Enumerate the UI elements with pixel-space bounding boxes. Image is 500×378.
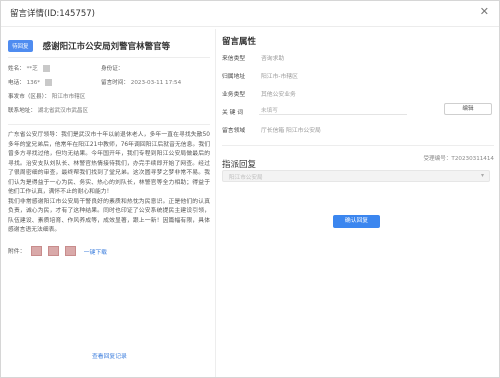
status-badge: 待回复 — [8, 39, 33, 52]
message-panel: 待回复 感谢阳江市公安局刘警官林警官等 姓名： **芝 身份证： 电话： 136… — [8, 35, 210, 363]
name-value: **芝 — [26, 66, 38, 72]
field-keyword: 关 键 词 未填写 编辑 — [222, 103, 494, 121]
field-business: 业务类型 其他公安业务 — [222, 85, 494, 103]
chevron-down-icon: ▾ — [480, 172, 484, 179]
info-row-name: 姓名： **芝 身份证： — [8, 64, 210, 78]
masked-avatar — [42, 65, 50, 72]
dialog-title: 留言详情(ID:145757) — [10, 9, 95, 19]
message-detail-dialog: 留言详情(ID:145757) ✕ 待回复 感谢阳江市公安局刘警官林警官等 姓名… — [0, 0, 500, 378]
reply-record-link[interactable]: 查看回复记录 — [92, 351, 127, 360]
edit-button[interactable]: 编辑 — [444, 103, 492, 115]
keyword-input[interactable]: 未填写 — [259, 103, 407, 115]
assign-select-value: 阳江市公安局 — [229, 175, 263, 181]
close-icon[interactable]: ✕ — [480, 5, 489, 18]
confirm-reply-button[interactable]: 确认回复 — [333, 215, 380, 228]
time-label: 留言时间： — [101, 80, 129, 86]
region-label: 归属地址 — [222, 74, 246, 80]
address-label: 联系地址： — [8, 108, 36, 114]
attachments: 附件： 一键下载 — [8, 246, 210, 258]
time-group: 留言时间： 2023-03-11 17:54 — [101, 78, 181, 86]
id-label: 身份证： — [101, 66, 124, 72]
attachment-thumbnail[interactable] — [31, 246, 43, 256]
attributes-title: 留言属性 — [222, 37, 257, 47]
field-region: 归属地址 阳江市-市辖区 — [222, 67, 494, 85]
attributes-panel: 留言属性 来信类型 咨询求助 归属地址 阳江市-市辖区 业务类型 其他公安业务 … — [222, 35, 494, 335]
field-dept: 留言领域 厅长信箱 阳江市公安局 — [222, 121, 494, 139]
info-row-address: 联系地址： 湖北省武汉市武昌区 — [8, 106, 210, 120]
id-card-group: 身份证： — [101, 64, 123, 72]
place-label: 事发市（区县）： — [8, 94, 50, 100]
dept-label: 留言领域 — [222, 128, 246, 134]
info-row-place: 事发市（区县）： 阳江市市辖区 — [8, 92, 210, 106]
masked-phone — [44, 79, 52, 86]
message-title: 感谢阳江市公安局刘警官林警官等 — [42, 41, 171, 52]
panel-divider — [215, 29, 216, 377]
assign-select[interactable]: 阳江市公安局 ▾ — [222, 170, 490, 182]
message-content: 广东省公安厅领导：我们是武汉市十年以前退休老人，多年一直在寻找失散50多年的堂兄… — [8, 132, 210, 233]
business-label: 业务类型 — [222, 92, 246, 98]
assign-title: 指派回复 — [222, 160, 257, 170]
assign-header: 指派回复 受理编号：T20230311414 — [222, 152, 494, 170]
business-value: 其他公安业务 — [261, 92, 296, 98]
keyword-label: 关 键 词 — [222, 110, 244, 116]
time-value: 2023-03-11 17:54 — [130, 80, 182, 86]
divider — [8, 57, 210, 58]
accept-number: 受理编号：T20230311414 — [423, 156, 494, 162]
divider — [222, 145, 494, 146]
place-value: 阳江市市辖区 — [51, 94, 86, 100]
dept-value: 厅长信箱 阳江市公安局 — [261, 128, 321, 134]
attach-label: 附件： — [8, 248, 26, 255]
source-label: 来信类型 — [222, 56, 246, 62]
name-label: 姓名： — [8, 66, 25, 72]
message-header: 待回复 感谢阳江市公安局刘警官林警官等 — [8, 35, 210, 53]
address-value: 湖北省武汉市武昌区 — [37, 108, 89, 114]
dialog-titlebar: 留言详情(ID:145757) ✕ — [1, 1, 499, 27]
field-source: 来信类型 咨询求助 — [222, 49, 494, 67]
phone-value: 136* — [26, 80, 41, 86]
region-value: 阳江市-市辖区 — [261, 74, 298, 80]
info-row-phone: 电话： 136* 留言时间： 2023-03-11 17:54 — [8, 78, 210, 92]
download-all-link[interactable]: 一键下载 — [84, 250, 107, 256]
attachment-thumbnail[interactable] — [64, 246, 76, 256]
source-value: 咨询求助 — [261, 56, 285, 62]
attachment-thumbnail[interactable] — [48, 246, 60, 256]
divider — [8, 124, 210, 125]
phone-label: 电话： — [8, 80, 25, 86]
